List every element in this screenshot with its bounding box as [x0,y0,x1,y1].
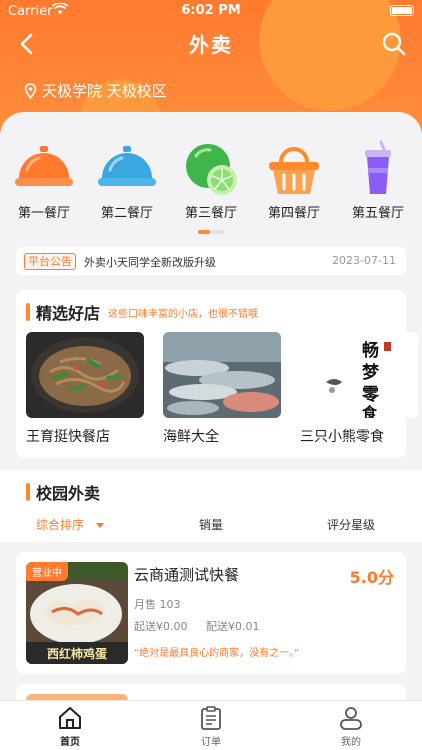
category-canteen-2[interactable]: 第二餐厅 [87,140,167,221]
featured-shop[interactable]: 畅 梦 零 食 三只小熊零食 [300,332,418,446]
shop-logo: 畅 梦 零 食 [300,332,418,418]
drink-cup-icon [365,140,391,194]
minimum-order: 起送¥0.00 [134,620,188,633]
shop-name: 海鲜大全 [163,429,219,445]
category-label: 第五餐厅 [351,206,404,221]
category-label: 第二餐厅 [100,206,153,221]
store-rating: 5.0分 [349,568,394,587]
campus-location[interactable]: 天极学院 天极校区 [24,80,167,101]
lime-icon [186,144,237,195]
navigation-bar: 外卖 [0,22,422,66]
svg-text:零: 零 [361,385,380,405]
battery-icon [390,5,414,16]
featured-shops-section: 精选好店 这些口味丰富的小店，也很不错哦 王育挺快餐店 海鲜大全 畅 梦 零 食… [16,290,418,458]
category-label: 第一餐厅 [17,206,70,221]
page-title: 外卖 [189,33,233,57]
tab-label: 订单 [201,737,221,748]
open-status-badge: 营业中 [26,562,68,581]
sort-rating[interactable]: 评分星级 [327,516,375,533]
category-canteen-1[interactable]: 第一餐厅 [4,140,84,221]
shop-name: 三只小熊零食 [300,429,384,445]
tab-bar: 首页 订单 我的 [0,700,422,750]
svg-text:梦: 梦 [362,362,380,383]
tab-label: 我的 [341,737,361,748]
cloche-blue-icon [98,146,156,186]
featured-shop[interactable]: 王育挺快餐店 [26,332,144,446]
section-title: 校园外卖 [36,484,101,503]
announcement-text: 外卖小天同学全新改版升级 [84,256,216,269]
category-label: 第三餐厅 [184,206,237,221]
category-canteen-3[interactable]: 第三餐厅 [171,140,251,221]
store-slogan: “绝对是最具良心的商家，没有之一。” [134,648,300,659]
clipboard-icon [201,706,221,730]
restaurant-categories: 第一餐厅 第二餐厅 第三餐厅 第四餐厅 第五餐厅 [0,140,422,230]
basket-icon [269,147,319,194]
search-icon[interactable] [380,30,408,58]
home-icon [59,707,81,729]
status-bar: Carrier 6:02 PM [0,0,422,22]
shop-photo [26,332,144,418]
dropdown-arrow-icon [96,523,105,528]
svg-text:畅: 畅 [362,340,379,361]
category-canteen-5[interactable]: 第五餐厅 [338,140,418,221]
cloche-orange-icon [15,146,73,186]
sort-comprehensive[interactable]: 综合排序 [36,516,105,533]
section-marker [26,483,30,501]
announcement-date: 2023-07-11 [332,254,396,267]
store-card[interactable]: 西红柿鸡蛋 营业中 云商通测试快餐 5.0分 月售 103 起送¥0.00 配送… [16,552,406,674]
tab-home[interactable]: 首页 [30,705,110,748]
section-header: 精选好店 这些口味丰富的小店，也很不错哦 [26,300,258,324]
tab-orders[interactable]: 订单 [171,705,251,748]
monthly-sales: 月售 103 [134,598,181,611]
announcement-bar[interactable]: 平台公告 外卖小天同学全新改版升级 2023-07-11 [16,247,406,275]
svg-text:食: 食 [362,404,378,418]
section-header: 校园外卖 [26,480,100,504]
user-icon [340,707,362,730]
category-label: 第四餐厅 [267,206,320,221]
section-subtitle: 这些口味丰富的小店，也很不错哦 [108,308,259,320]
section-title: 精选好店 [36,304,101,323]
tab-label: 首页 [60,737,80,748]
section-marker [26,303,30,321]
shop-photo [163,332,281,418]
tab-profile[interactable]: 我的 [311,705,391,748]
shop-name: 王育挺快餐店 [26,429,110,445]
featured-shop[interactable]: 海鲜大全 [163,332,281,446]
category-canteen-4[interactable]: 第四餐厅 [254,140,334,221]
announcement-tag: 平台公告 [24,253,76,270]
store-name: 云商通测试快餐 [134,566,240,584]
store-photo-caption: 西红柿鸡蛋 [47,646,107,661]
delivery-fee: 配送¥0.01 [206,620,260,633]
location-label: 天极学院 天极校区 [42,82,167,100]
category-page-indicator [198,230,224,234]
sort-sales[interactable]: 销量 [199,516,223,533]
clock: 6:02 PM [181,3,241,18]
location-pin-icon [24,82,37,99]
campus-delivery-section: 校园外卖 综合排序 销量 评分星级 [0,470,422,542]
